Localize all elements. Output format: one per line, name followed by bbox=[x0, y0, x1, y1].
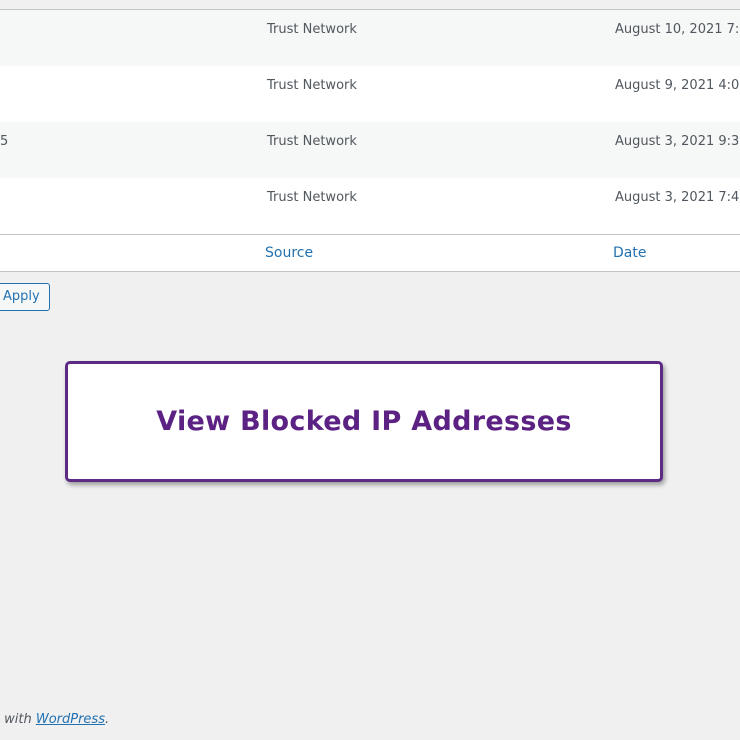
date-cell: August 3, 2021 7:40 a bbox=[615, 190, 740, 205]
blocked-ip-log-table: Trust Network August 10, 2021 7:51 p Tru… bbox=[0, 9, 740, 272]
source-column-sort-link[interactable]: Source bbox=[265, 245, 313, 261]
date-cell: August 9, 2021 4:06 p bbox=[615, 78, 740, 93]
callout-title: View Blocked IP Addresses bbox=[156, 406, 572, 437]
table-row: Trust Network August 3, 2021 7:40 a bbox=[0, 178, 740, 234]
source-cell: Trust Network bbox=[267, 134, 357, 149]
table-row: Trust Network August 9, 2021 4:06 p bbox=[0, 66, 740, 122]
source-cell: Trust Network bbox=[267, 190, 357, 205]
wordpress-link[interactable]: WordPress bbox=[36, 712, 105, 727]
callout-banner: View Blocked IP Addresses bbox=[65, 361, 663, 482]
ip-cell: 5 bbox=[0, 134, 9, 149]
footer-credit: e with WordPress. bbox=[0, 712, 109, 728]
credit-prefix: e with bbox=[0, 712, 32, 727]
date-cell: August 10, 2021 7:51 p bbox=[615, 22, 740, 37]
table-row: Trust Network August 10, 2021 7:51 p bbox=[0, 10, 740, 66]
date-column-sort-link[interactable]: Date bbox=[613, 245, 646, 261]
date-cell: August 3, 2021 9:31 p bbox=[615, 134, 740, 149]
table-footer-row: Source Date bbox=[0, 234, 740, 271]
source-cell: Trust Network bbox=[267, 78, 357, 93]
apply-button[interactable]: Apply bbox=[0, 283, 50, 311]
credit-suffix: . bbox=[104, 712, 110, 727]
table-row: 5 Trust Network August 3, 2021 9:31 p bbox=[0, 122, 740, 178]
source-cell: Trust Network bbox=[267, 22, 357, 37]
